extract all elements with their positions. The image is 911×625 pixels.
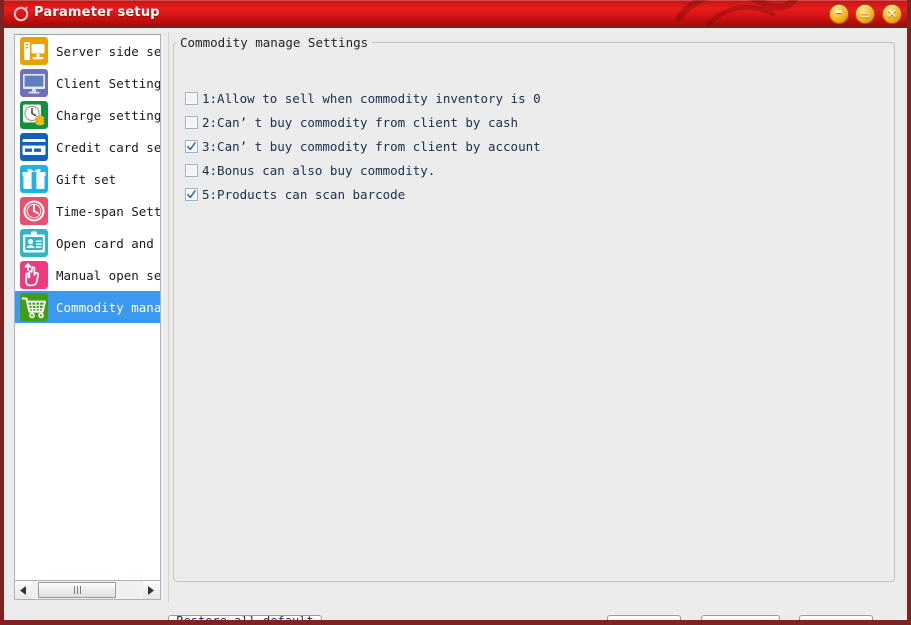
grip-line bbox=[76, 586, 78, 594]
clock-icon bbox=[20, 197, 48, 225]
checkbox-row-4[interactable]: 4:Bonus can also buy commodity. bbox=[185, 158, 785, 182]
sidebar-item-icon bbox=[20, 133, 48, 161]
sidebar-item-label: Credit card set bbox=[56, 139, 160, 155]
checkbox-label-5: 5:Products can scan barcode bbox=[202, 186, 406, 202]
grip-line bbox=[73, 586, 75, 594]
maximize-button[interactable]: ▭ bbox=[855, 4, 875, 24]
client-area: Server side settin Client Settings Charge … bbox=[4, 28, 907, 620]
apply-button[interactable]: Apply bbox=[799, 615, 873, 625]
id-card-icon bbox=[20, 229, 48, 257]
server-icon bbox=[20, 37, 48, 65]
minimize-icon: – bbox=[835, 3, 843, 20]
sidebar-item-icon bbox=[20, 229, 48, 257]
gift-icon bbox=[20, 165, 48, 193]
close-button[interactable]: ✕ bbox=[882, 4, 902, 24]
hand-pointer-icon bbox=[20, 261, 48, 289]
return-button[interactable]: Return bbox=[701, 615, 780, 625]
sidebar-item-icon bbox=[20, 165, 48, 193]
window-title: Parameter setup bbox=[34, 5, 160, 20]
swirl-decoration-icon bbox=[749, 616, 777, 625]
sidebar-item-server-side-settin[interactable]: Server side settin bbox=[15, 35, 160, 67]
parameter-setup-window: Parameter setup – ▭ ✕ Server side settin… bbox=[0, 0, 911, 625]
monitor-icon bbox=[20, 69, 48, 97]
check-icon bbox=[187, 189, 196, 198]
settings-checkbox-list: 1:Allow to sell when commodity inventory… bbox=[185, 86, 785, 206]
sidebar-item-label: Gift set bbox=[56, 171, 117, 187]
sidebar-item-icon bbox=[20, 69, 48, 97]
sidebar: Server side settin Client Settings Charge … bbox=[14, 34, 161, 581]
sidebar-item-credit-card-set[interactable]: Credit card set bbox=[15, 131, 160, 163]
checkbox-label-1: 1:Allow to sell when commodity inventory… bbox=[202, 90, 541, 106]
checkbox-5[interactable] bbox=[185, 187, 198, 201]
checkbox-1[interactable] bbox=[185, 91, 198, 105]
sidebar-item-open-card-and-top[interactable]: Open card and top bbox=[15, 227, 160, 259]
minimize-button[interactable]: – bbox=[829, 4, 849, 24]
sidebar-item-label: Charge setting bbox=[56, 107, 160, 123]
scroll-right-button[interactable] bbox=[143, 581, 160, 599]
sidebar-item-label: Time-span Setting bbox=[56, 203, 160, 219]
chevron-left-icon bbox=[20, 585, 26, 595]
credit-card-icon bbox=[20, 133, 48, 161]
sidebar-item-time-span-setting[interactable]: Time-span Setting bbox=[15, 195, 160, 227]
chevron-right-icon bbox=[148, 585, 154, 595]
swirl-decoration-icon bbox=[842, 616, 870, 625]
sidebar-item-label: Open card and top bbox=[56, 235, 160, 251]
sidebar-item-commodity-manageme[interactable]: Commodity manageme bbox=[15, 291, 160, 323]
close-icon: ✕ bbox=[886, 6, 898, 22]
checkbox-row-2[interactable]: 2:Can’ t buy commodity from client by ca… bbox=[185, 110, 785, 134]
scrollbar-thumb[interactable] bbox=[38, 582, 116, 598]
swirl-decoration-icon bbox=[650, 616, 678, 625]
sidebar-item-label: Server side settin bbox=[56, 43, 160, 59]
checkbox-label-2: 2:Can’ t buy commodity from client by ca… bbox=[202, 114, 519, 130]
maximize-icon: ▭ bbox=[859, 7, 871, 21]
scroll-left-button[interactable] bbox=[15, 581, 32, 599]
sidebar-item-list: Server side settin Client Settings Charge … bbox=[15, 35, 160, 323]
check-icon bbox=[187, 141, 196, 150]
scrollbar-track[interactable] bbox=[32, 581, 143, 599]
title-bar[interactable]: Parameter setup – ▭ ✕ bbox=[4, 0, 907, 28]
ring-icon bbox=[13, 6, 29, 22]
sidebar-item-label: Manual open settin bbox=[56, 267, 160, 283]
titlebar-swirl-decoration bbox=[675, 0, 798, 27]
restore-defaults-button[interactable]: Restore all default parameters bbox=[168, 615, 322, 625]
sidebar-item-icon bbox=[20, 293, 48, 321]
sidebar-item-icon bbox=[20, 101, 48, 129]
restore-defaults-label: Restore all default parameters bbox=[176, 615, 314, 625]
ok-button[interactable]: OK bbox=[607, 615, 681, 625]
checkbox-row-3[interactable]: 3:Can’ t buy commodity from client by ac… bbox=[185, 134, 785, 158]
checkbox-row-1[interactable]: 1:Allow to sell when commodity inventory… bbox=[185, 86, 785, 110]
checkbox-row-5[interactable]: 5:Products can scan barcode bbox=[185, 182, 785, 206]
ok-label: OK bbox=[637, 621, 651, 625]
checkbox-4[interactable] bbox=[185, 163, 198, 177]
shopping-cart-icon bbox=[20, 293, 48, 321]
sidebar-item-icon bbox=[20, 197, 48, 225]
sidebar-item-charge-setting[interactable]: Charge setting bbox=[15, 99, 160, 131]
grip-line bbox=[79, 586, 81, 594]
sidebar-horizontal-scrollbar[interactable] bbox=[14, 581, 161, 600]
checkbox-label-4: 4:Bonus can also buy commodity. bbox=[202, 162, 436, 178]
return-label: Return bbox=[719, 621, 762, 625]
sidebar-item-icon bbox=[20, 37, 48, 65]
groupbox-title: Commodity manage Settings bbox=[176, 35, 373, 50]
sidebar-item-label: Client Settings bbox=[56, 75, 160, 91]
sidebar-item-client-settings[interactable]: Client Settings bbox=[15, 67, 160, 99]
sidebar-item-icon bbox=[20, 261, 48, 289]
sidebar-item-manual-open-settin[interactable]: Manual open settin bbox=[15, 259, 160, 291]
sidebar-item-gift-set[interactable]: Gift set bbox=[15, 163, 160, 195]
clock-coins-icon bbox=[20, 101, 48, 129]
titlebar-highlight bbox=[4, 0, 907, 1]
checkbox-label-3: 3:Can’ t buy commodity from client by ac… bbox=[202, 138, 541, 154]
checkbox-2[interactable] bbox=[185, 115, 198, 129]
apply-label: Apply bbox=[818, 621, 854, 625]
sidebar-item-label: Commodity manageme bbox=[56, 299, 160, 315]
checkbox-3[interactable] bbox=[185, 139, 198, 153]
panel-divider bbox=[168, 32, 169, 602]
